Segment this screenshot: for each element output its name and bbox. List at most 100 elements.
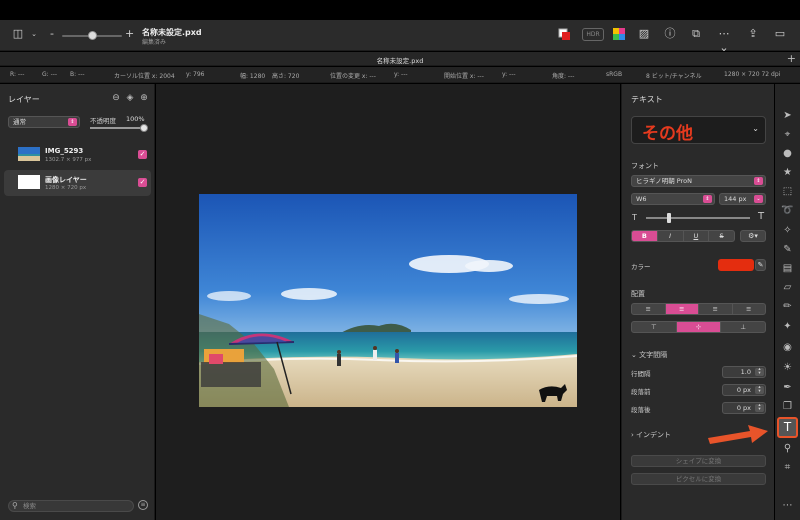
collapse-icon[interactable]: ⊖ bbox=[111, 93, 121, 103]
align-right-button[interactable]: ≡ bbox=[699, 304, 733, 314]
italic-button[interactable]: I bbox=[658, 231, 684, 241]
bold-button[interactable]: B bbox=[632, 231, 658, 241]
font-size-field[interactable]: 144 px ⌄ bbox=[719, 193, 766, 205]
align-justify-button[interactable]: ≡ bbox=[733, 304, 766, 314]
zoom-slider-knob[interactable] bbox=[88, 31, 97, 40]
beach-photo[interactable] bbox=[199, 194, 577, 407]
font-weight-value: W6 bbox=[636, 195, 647, 203]
info-cursor-y: y: 796 bbox=[186, 71, 205, 78]
blend-mode-select[interactable]: 通常 ⇕ bbox=[8, 116, 80, 128]
color-profile-icon[interactable] bbox=[557, 28, 571, 45]
align-left-button[interactable]: ≡ bbox=[632, 304, 666, 314]
filter-icon[interactable]: ≡ bbox=[138, 500, 148, 510]
more-options-icon[interactable]: ⋯⌄ bbox=[714, 27, 734, 55]
align-middle-button[interactable]: ⊹ bbox=[676, 322, 722, 332]
stepper-icon[interactable]: ▴ ▾ bbox=[755, 403, 764, 412]
share-window-icon[interactable]: ⧉ bbox=[689, 27, 703, 41]
star-icon[interactable]: ★ bbox=[780, 165, 795, 180]
stepper-icon[interactable]: ▴ ▾ bbox=[755, 385, 764, 394]
blur-icon[interactable]: ◉ bbox=[780, 340, 795, 355]
lasso-icon[interactable]: ➰ bbox=[780, 203, 795, 218]
pen-select-icon[interactable]: ⌖ bbox=[780, 127, 795, 142]
strikethrough-button[interactable]: S bbox=[709, 231, 734, 241]
layer-name: 画像レイヤー bbox=[45, 176, 87, 184]
text-style-preset[interactable]: その他 ⌄ bbox=[631, 116, 766, 144]
layer-visibility-checkbox[interactable]: ✓ bbox=[138, 150, 147, 159]
font-family-select[interactable]: ヒラギノ明朝 ProN ⇕ bbox=[631, 175, 766, 187]
text-inspector-panel: テキスト その他 ⌄ フォント ヒラギノ明朝 ProN ⇕ W6 ⇕ 144 p… bbox=[621, 84, 774, 520]
layer-row[interactable]: 画像レイヤー 1280 × 720 px ✓ bbox=[4, 170, 151, 196]
select-chevron-icon: ⌄ bbox=[754, 195, 763, 203]
image-adjust-icon[interactable]: ▨ bbox=[637, 27, 651, 41]
info-angle: 角度: --- bbox=[552, 73, 575, 80]
zoom-icon[interactable]: ⚲ bbox=[780, 441, 795, 456]
opacity-slider-track[interactable] bbox=[90, 127, 145, 129]
horizontal-align-buttons: ≡ ≡ ≡ ≡ bbox=[631, 303, 766, 315]
font-size-slider-knob[interactable] bbox=[667, 213, 671, 223]
preset-preview-text: その他 bbox=[642, 124, 693, 144]
stepper-icon[interactable]: ▴ ▾ bbox=[755, 367, 764, 376]
align-center-button[interactable]: ≡ bbox=[665, 304, 699, 314]
chevron-down-icon[interactable]: ⌄ bbox=[29, 27, 39, 41]
text-color-well[interactable] bbox=[718, 259, 754, 271]
layer-thumbnail bbox=[18, 175, 40, 189]
eyedropper-icon[interactable]: ✎ bbox=[755, 259, 766, 271]
color-adjust-icon[interactable] bbox=[612, 28, 626, 44]
crop-icon[interactable]: ⌗ bbox=[780, 460, 795, 475]
pen-tool-icon[interactable]: ✒ bbox=[780, 380, 795, 395]
underline-button[interactable]: U bbox=[684, 231, 710, 241]
arrow-tool-icon[interactable]: ➤ bbox=[780, 108, 795, 123]
hdr-button[interactable]: HDR bbox=[582, 28, 604, 41]
font-weight-select[interactable]: W6 ⇕ bbox=[631, 193, 715, 205]
opacity-value[interactable]: 100% bbox=[126, 115, 145, 123]
layers-stack-icon[interactable]: ◈ bbox=[125, 93, 135, 103]
document-tab[interactable]: 名称未設定.pxd bbox=[0, 55, 800, 65]
line-spacing-value: 1.0 bbox=[740, 368, 751, 376]
text-options-gear-button[interactable]: ⚙▾ bbox=[740, 230, 766, 242]
line-spacing-field[interactable]: 1.0 ▴ ▾ bbox=[722, 366, 766, 378]
layer-row[interactable]: IMG_5293 1302.7 × 977 px ✓ bbox=[4, 142, 151, 168]
canvas-area[interactable] bbox=[156, 84, 620, 520]
select-chevron-icon: ⇕ bbox=[754, 177, 763, 185]
layer-visibility-checkbox[interactable]: ✓ bbox=[138, 178, 147, 187]
selection-icon[interactable]: ⬚ bbox=[780, 184, 795, 199]
sidebar-toggle-icon[interactable]: ◫ bbox=[11, 27, 25, 41]
space-before-field[interactable]: 0 px ▴ ▾ bbox=[722, 384, 766, 396]
spacing-section-header[interactable]: ⌄ 文字間隔 bbox=[631, 350, 667, 360]
magic-wand-icon[interactable]: ✧ bbox=[780, 223, 795, 238]
clone-icon[interactable]: ❐ bbox=[780, 399, 795, 414]
eraser-icon[interactable]: ▱ bbox=[780, 280, 795, 295]
brush-icon[interactable]: ✎ bbox=[780, 242, 795, 257]
alignment-section-label: 配置 bbox=[631, 290, 645, 298]
zoom-in-button[interactable]: + bbox=[125, 27, 134, 41]
font-size-slider-track[interactable] bbox=[646, 217, 750, 219]
light-icon[interactable]: ☀ bbox=[780, 360, 795, 375]
shapes-icon[interactable]: ● bbox=[780, 146, 795, 161]
layer-search-input[interactable]: 検索 bbox=[8, 500, 134, 512]
add-layer-icon[interactable]: ⊕ bbox=[139, 93, 149, 103]
retouch-icon[interactable]: ✦ bbox=[780, 319, 795, 334]
more-icon[interactable]: ⋯ bbox=[780, 498, 795, 513]
layer-thumbnail bbox=[18, 147, 40, 161]
indent-section-header[interactable]: › インデント bbox=[631, 430, 671, 440]
large-text-icon: T bbox=[758, 211, 765, 222]
zoom-out-button[interactable]: - bbox=[48, 27, 56, 41]
align-top-button[interactable]: ⊤ bbox=[632, 322, 677, 332]
opacity-slider-knob[interactable] bbox=[140, 124, 148, 132]
document-tab-bar: 名称未設定.pxd + bbox=[0, 52, 800, 66]
text-tool-icon[interactable]: T bbox=[777, 417, 798, 438]
gradient-icon[interactable]: ▤ bbox=[780, 261, 795, 276]
layers-panel-title: レイヤー bbox=[8, 95, 40, 104]
convert-to-shape-button[interactable]: シェイプに変換 bbox=[631, 455, 766, 467]
inspector-toggle-icon[interactable]: ▭ bbox=[773, 27, 787, 41]
convert-to-pixels-button[interactable]: ピクセルに変換 bbox=[631, 473, 766, 485]
space-before-value: 0 px bbox=[736, 386, 751, 394]
spacing-section-label: 文字間隔 bbox=[639, 351, 668, 359]
share-icon[interactable]: ⇪ bbox=[746, 27, 760, 41]
align-bottom-button[interactable]: ⊥ bbox=[721, 322, 765, 332]
pencil-icon[interactable]: ✏ bbox=[780, 299, 795, 314]
new-tab-button[interactable]: + bbox=[787, 52, 796, 65]
space-after-field[interactable]: 0 px ▴ ▾ bbox=[722, 402, 766, 414]
info-icon[interactable]: ⓘ bbox=[663, 27, 677, 41]
layers-panel: レイヤー ⊖ ◈ ⊕ 通常 ⇕ 不透明度 100% IMG_5293 1302.… bbox=[0, 84, 155, 520]
